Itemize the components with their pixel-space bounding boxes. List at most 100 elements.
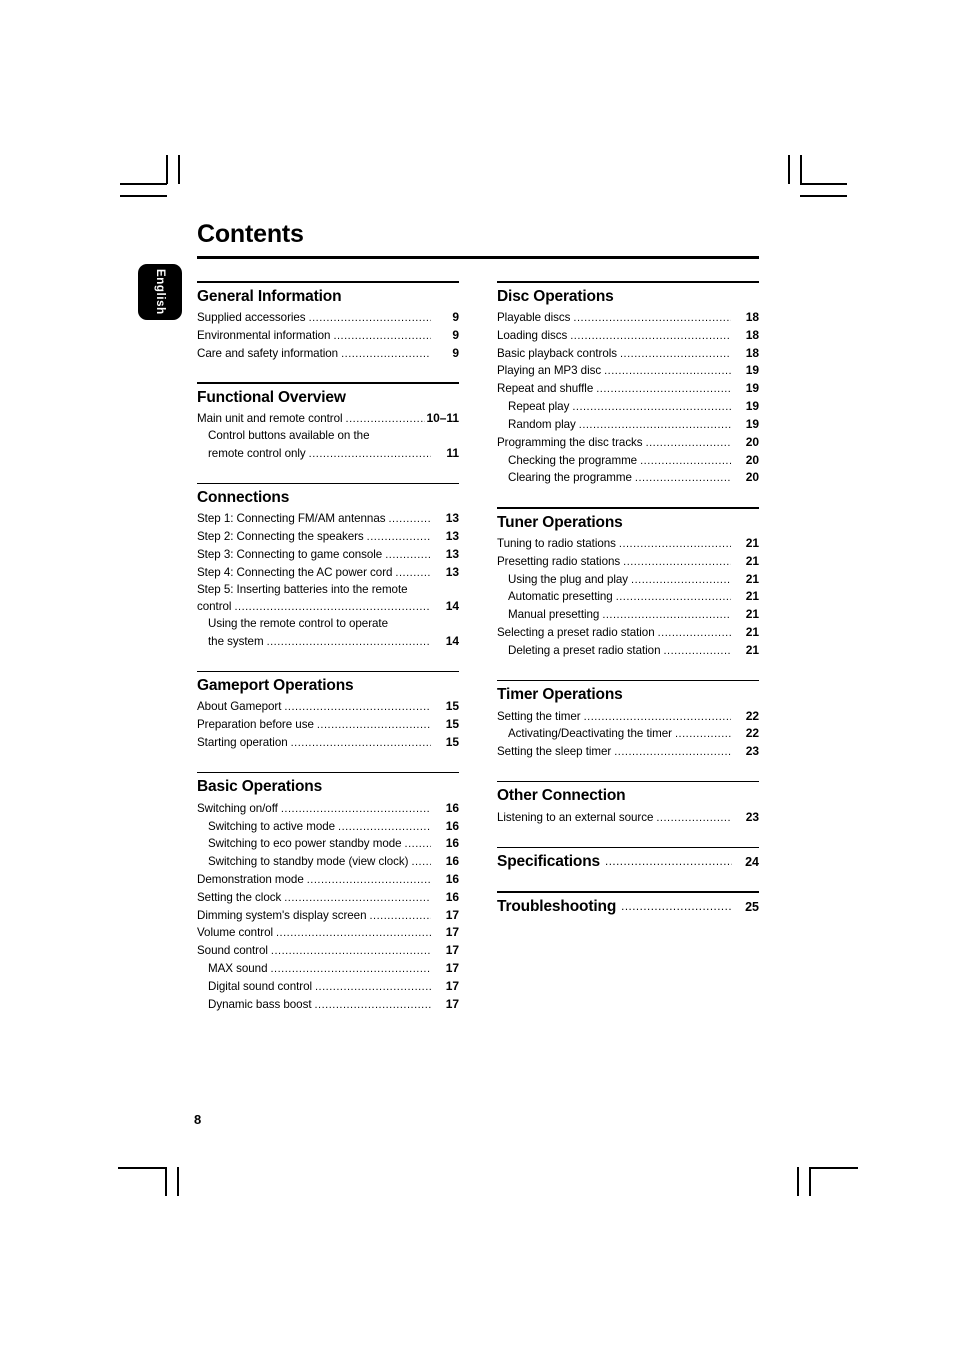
page-ref: 17 (445, 978, 459, 993)
toc-entry[interactable]: Loading discs...........................… (497, 327, 759, 345)
toc-entry[interactable]: Starting operation......................… (197, 734, 459, 752)
leader-dots: ........................................… (345, 413, 425, 426)
page-ref: 19 (745, 363, 759, 378)
section-heading: Connections (197, 488, 290, 506)
page-ref: 18 (745, 309, 759, 324)
leader-dots: ........................................… (596, 383, 731, 396)
page-ref: 9 (452, 327, 459, 342)
toc-entry[interactable]: MAX sound...............................… (197, 960, 459, 978)
toc-entry[interactable]: Control buttons available on the........… (197, 428, 459, 445)
toc-entry-label: Switching on/off (197, 801, 278, 815)
leader-dots: ........................................… (284, 891, 431, 904)
toc-entry[interactable]: Step 5: Inserting batteries into the rem… (197, 582, 459, 599)
toc-entry[interactable]: About Gameport..........................… (197, 698, 459, 716)
toc-entry[interactable]: Switching on/off........................… (197, 800, 459, 818)
toc-entry[interactable]: Listening to an external source.........… (497, 809, 759, 827)
toc-entry[interactable]: Step 2: Connecting the speakers.........… (197, 528, 459, 546)
toc-entry-label: Using the remote control to operate (208, 617, 388, 631)
toc-entry[interactable]: Selecting a preset radio station........… (497, 624, 759, 642)
page-ref: 23 (745, 744, 759, 759)
crop-mark-line (809, 1167, 811, 1196)
leader-dots: ........................................… (270, 945, 431, 958)
toc-entry[interactable]: Clearing the programme..................… (497, 469, 759, 487)
toc-entry[interactable]: Tuning to radio stations................… (497, 535, 759, 553)
toc-entry[interactable]: Step 3: Connecting to game console......… (197, 546, 459, 564)
page-ref: 14 (445, 599, 459, 614)
page-number: 8 (194, 1112, 202, 1127)
crop-mark-line (797, 1167, 799, 1196)
toc-entry[interactable]: Switching to active mode................… (197, 818, 459, 836)
toc-entry[interactable]: Step 4: Connecting the AC power cord....… (197, 564, 459, 582)
section-heading: Tuner Operations (497, 513, 623, 531)
toc-entry[interactable]: Supplied accessories....................… (197, 309, 459, 327)
toc-entry[interactable]: Environmental information...............… (197, 327, 459, 345)
toc-entry-label: Using the plug and play (508, 572, 629, 586)
toc-entry[interactable]: Basic playback controls.................… (497, 345, 759, 363)
page-ref: 17 (445, 907, 459, 922)
page-ref: 17 (445, 961, 459, 976)
leader-dots: ........................................… (572, 401, 731, 414)
toc-entry[interactable]: remote control only.....................… (197, 445, 459, 463)
leader-dots: ........................................… (631, 573, 731, 586)
toc-entry[interactable]: Automatic presetting....................… (497, 588, 759, 606)
toc-entry[interactable]: Digital sound control...................… (197, 978, 459, 996)
toc-entry[interactable]: Main unit and remote control............… (197, 410, 459, 428)
toc-entry[interactable]: Using the plug and play.................… (497, 571, 759, 589)
section-heading-row[interactable]: Specifications..........................… (497, 852, 759, 871)
leader-dots: ........................................… (280, 802, 431, 815)
leader-dots: ........................................… (614, 746, 731, 759)
leader-dots: ........................................… (634, 472, 731, 485)
leader-dots: ........................................… (290, 737, 431, 750)
toc-entry[interactable]: Repeat and shuffle......................… (497, 380, 759, 398)
section-heading-row[interactable]: Troubleshooting.........................… (497, 897, 759, 916)
toc-entry-label: Switching to active mode (208, 819, 336, 833)
toc-entry[interactable]: Dynamic bass boost......................… (197, 996, 459, 1014)
toc-entry[interactable]: Random play.............................… (497, 416, 759, 434)
toc-entry[interactable]: Preparation before use..................… (197, 716, 459, 734)
toc-entry-label: Step 3: Connecting to game console (197, 547, 383, 561)
page-ref: 22 (745, 726, 759, 741)
toc-entry[interactable]: control.................................… (197, 598, 459, 616)
toc-entry[interactable]: Programming the disc tracks.............… (497, 434, 759, 452)
page-ref: 21 (745, 571, 759, 586)
toc-entry[interactable]: Step 1: Connecting FM/AM antennas.......… (197, 510, 459, 528)
page-ref: 21 (745, 642, 759, 657)
toc-entry[interactable]: Switching to eco power standby mode.....… (197, 835, 459, 853)
toc-entry[interactable]: Manual presetting.......................… (497, 606, 759, 624)
toc-entry[interactable]: Deleting a preset radio station.........… (497, 642, 759, 660)
leader-dots: ........................................… (316, 719, 431, 732)
leader-dots: ........................................… (570, 329, 731, 342)
page-ref: 17 (445, 925, 459, 940)
toc-entry[interactable]: Playable discs..........................… (497, 309, 759, 327)
toc-entry[interactable]: Demonstration mode......................… (197, 871, 459, 889)
page-ref: 13 (445, 529, 459, 544)
toc-entry[interactable]: Setting the sleep timer.................… (497, 743, 759, 761)
leader-dots: ........................................… (605, 856, 732, 869)
toc-entry[interactable]: Checking the programme..................… (497, 452, 759, 470)
toc-entry[interactable]: Switching to standby mode (view clock)..… (197, 853, 459, 871)
toc-entry[interactable]: Activating/Deactivating the timer.......… (497, 725, 759, 743)
toc-entry[interactable]: Playing an MP3 disc.....................… (497, 362, 759, 380)
page-title: Contents (197, 220, 304, 248)
toc-entry-label: Volume control (197, 926, 273, 940)
toc-entry[interactable]: Setting the timer.......................… (497, 708, 759, 726)
toc-entry-label: MAX sound (208, 962, 268, 976)
toc-entry-label: Repeat and shuffle (497, 382, 594, 396)
leader-dots: ........................................… (234, 601, 431, 614)
toc-entry[interactable]: Presetting radio stations...............… (497, 553, 759, 571)
toc-entry[interactable]: Using the remote control to operate.....… (197, 616, 459, 633)
toc-entry[interactable]: the system..............................… (197, 633, 459, 651)
toc-entry[interactable]: Setting the clock.......................… (197, 889, 459, 907)
toc-entry[interactable]: Care and safety information.............… (197, 345, 459, 363)
toc-entry-label: Programming the disc tracks (497, 435, 643, 449)
leader-dots: ........................................… (657, 627, 731, 640)
toc-entry-label: Activating/Deactivating the timer (508, 727, 672, 741)
leader-dots: ........................................… (620, 347, 731, 360)
crop-mark-line (118, 1167, 166, 1169)
leader-dots: ........................................… (395, 566, 431, 579)
toc-entry[interactable]: Sound control...........................… (197, 942, 459, 960)
toc-entry[interactable]: Repeat play.............................… (497, 398, 759, 416)
toc-entry[interactable]: Dimming system's display screen.........… (197, 907, 459, 925)
toc-entry[interactable]: Volume control..........................… (197, 924, 459, 942)
leader-dots: ........................................… (573, 311, 731, 324)
